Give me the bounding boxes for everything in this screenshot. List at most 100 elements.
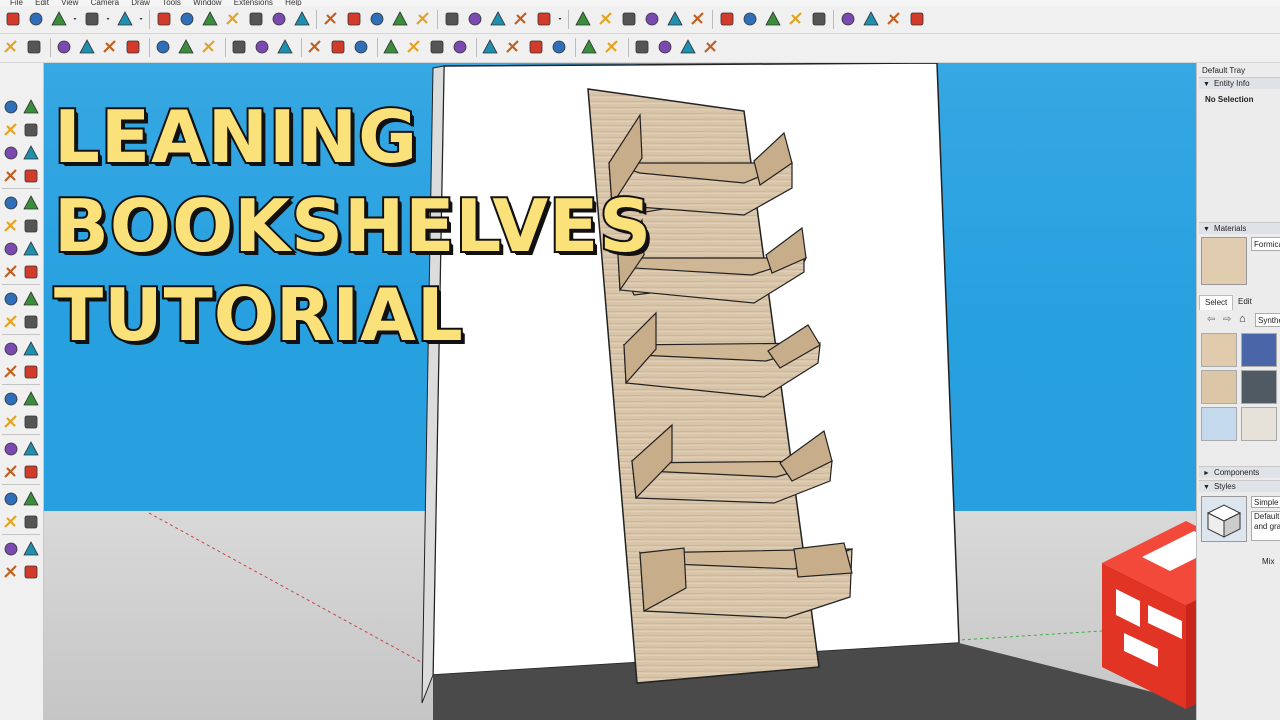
material-swatch[interactable] [1241, 370, 1277, 404]
paint-bucket-icon[interactable] [320, 10, 341, 28]
dimension-icon[interactable] [23, 341, 39, 357]
left-view-icon[interactable] [687, 10, 708, 28]
solid-trim-icon[interactable] [352, 38, 370, 56]
right-view-icon[interactable] [641, 10, 662, 28]
rotate-icon[interactable] [222, 10, 243, 28]
dropdown-icon[interactable] [137, 10, 145, 28]
axes-tool-icon[interactable] [656, 38, 674, 56]
tape-measure-icon[interactable] [3, 341, 19, 357]
send-icon[interactable] [510, 10, 531, 28]
iso-view-icon[interactable] [572, 10, 593, 28]
look-around-icon[interactable] [3, 514, 19, 530]
zoom-icon[interactable] [23, 441, 39, 457]
offset-icon[interactable] [23, 314, 39, 330]
back-arrow-icon[interactable]: ⇦ [1207, 314, 1215, 325]
dropdown-icon[interactable] [71, 10, 79, 28]
position-camera-icon[interactable] [23, 491, 39, 507]
make-component-icon[interactable] [23, 99, 39, 115]
material-swatch[interactable] [1201, 407, 1237, 441]
circle-icon[interactable] [3, 195, 19, 211]
section-plane-icon[interactable] [837, 10, 858, 28]
dropdown-icon[interactable] [556, 10, 564, 28]
paint-bucket-icon[interactable] [3, 122, 19, 138]
styles-header[interactable]: ▼ Styles [1199, 480, 1280, 492]
material-swatch[interactable] [1201, 370, 1237, 404]
shaded-icon[interactable] [808, 10, 829, 28]
axes-icon[interactable] [3, 391, 19, 407]
front-view-icon[interactable] [618, 10, 639, 28]
material-swatch[interactable] [1201, 333, 1237, 367]
cloud-icon[interactable] [481, 38, 499, 56]
solid-subtract-icon[interactable] [329, 38, 347, 56]
extension-warehouse-icon[interactable] [464, 10, 485, 28]
zoom-window-icon[interactable] [3, 464, 19, 480]
layout-icon[interactable] [487, 10, 508, 28]
photo-texture-icon[interactable] [428, 38, 446, 56]
model-viewport[interactable]: LEANING BOOKSHELVES TUTORIAL [44, 63, 1196, 720]
account-icon[interactable] [533, 10, 554, 28]
text-icon[interactable] [291, 10, 312, 28]
rectangle-icon[interactable] [3, 168, 19, 184]
material-name-field[interactable]: Formica [1251, 237, 1280, 251]
dimension-icon[interactable] [603, 38, 621, 56]
material-library-select[interactable]: Synthetic [1255, 313, 1280, 327]
home-icon[interactable]: ⌂ [1239, 313, 1246, 325]
section-plane-icon[interactable] [3, 541, 19, 557]
move-icon[interactable] [199, 10, 220, 28]
walk-icon[interactable] [23, 514, 39, 530]
scale-icon[interactable] [3, 314, 19, 330]
freehand-icon[interactable] [23, 145, 39, 161]
rotated-rectangle-icon[interactable] [23, 168, 39, 184]
wireframe-icon[interactable] [762, 10, 783, 28]
model-info-icon[interactable] [580, 38, 598, 56]
materials-header[interactable]: ▼ Materials [1199, 222, 1280, 234]
geo-terrain-icon[interactable] [405, 38, 423, 56]
select-icon[interactable] [3, 99, 19, 115]
section-icon[interactable] [702, 38, 720, 56]
add-location-icon[interactable] [382, 38, 400, 56]
protractor-icon[interactable] [633, 38, 651, 56]
pan-icon[interactable] [366, 10, 387, 28]
text-icon[interactable] [23, 364, 39, 380]
entity-info-header[interactable]: ▼ Entity Info [1199, 77, 1280, 89]
walk-icon[interactable] [253, 38, 271, 56]
add-detail-icon[interactable] [23, 564, 39, 580]
warehouse-icon[interactable] [441, 10, 462, 28]
components-header[interactable]: ► Components [1199, 466, 1280, 478]
line-icon[interactable] [48, 10, 69, 28]
paint-bucket-icon[interactable] [3, 414, 19, 430]
scale-icon[interactable] [245, 10, 266, 28]
zoom-extents-icon[interactable] [23, 464, 39, 480]
material-swatch[interactable] [1241, 407, 1277, 441]
orbit-icon[interactable] [343, 10, 364, 28]
eraser-icon[interactable] [23, 122, 39, 138]
arc-icon[interactable] [81, 10, 102, 28]
3d-text-icon[interactable] [679, 38, 697, 56]
info-icon[interactable] [550, 38, 568, 56]
orbit-icon[interactable] [23, 414, 39, 430]
section-cuts-icon[interactable] [860, 10, 881, 28]
xray-icon[interactable] [716, 10, 737, 28]
select-icon[interactable] [2, 10, 23, 28]
forward-arrow-icon[interactable]: ⇨ [1223, 314, 1231, 325]
sandbox-contours-icon[interactable] [3, 564, 19, 580]
section-fill-icon[interactable] [883, 10, 904, 28]
mail-icon[interactable] [527, 38, 545, 56]
follow-me-icon[interactable] [176, 10, 197, 28]
sandbox-from-scratch-icon[interactable] [78, 38, 96, 56]
arc-icon[interactable] [3, 218, 19, 234]
solid-union-icon[interactable] [306, 38, 324, 56]
section-display-icon[interactable] [906, 10, 927, 28]
back-view-icon[interactable] [664, 10, 685, 28]
smoove-icon[interactable] [101, 38, 119, 56]
material-swatch[interactable] [1241, 333, 1277, 367]
position-camera-icon[interactable] [230, 38, 248, 56]
zoom-icon[interactable] [389, 10, 410, 28]
add-detail-icon[interactable] [177, 38, 195, 56]
push-pull-icon[interactable] [23, 264, 39, 280]
sandbox-from-contours-icon[interactable] [55, 38, 73, 56]
rotate-icon[interactable] [3, 291, 19, 307]
drape-icon[interactable] [154, 38, 172, 56]
axes-icon[interactable] [25, 38, 43, 56]
dropdown-icon[interactable] [104, 10, 112, 28]
